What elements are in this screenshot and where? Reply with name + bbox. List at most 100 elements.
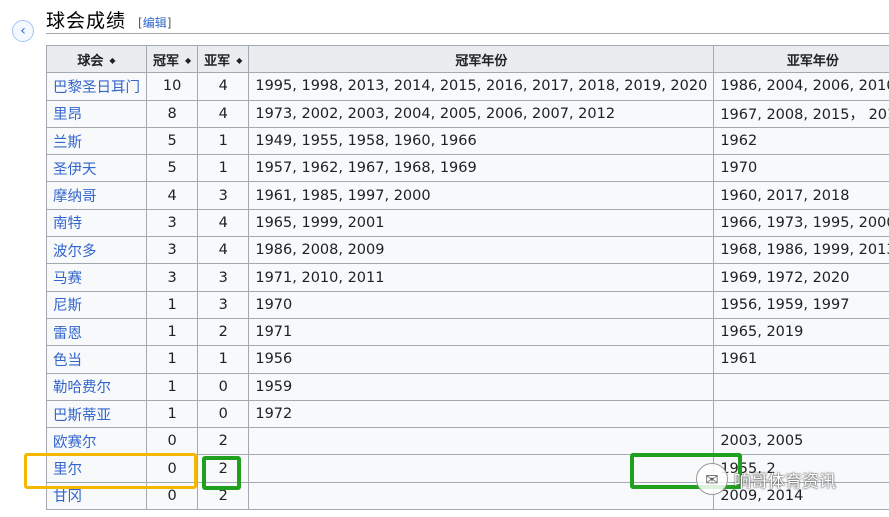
club-link[interactable]: 勒哈费尔 [53,380,111,396]
sort-icon[interactable]: ◆ [109,56,115,65]
cell-runners: 3 [197,181,250,210]
table-row: 雷恩 1 2 1971 1965, 2019 [46,317,889,347]
section-heading: 球会成绩 [编辑] [46,3,889,34]
club-link[interactable]: 巴斯蒂亚 [53,408,111,424]
club-link[interactable]: 兰斯 [53,135,82,151]
club-link[interactable]: 雷恩 [53,326,82,342]
header-win-years: 冠军年份 [248,44,715,74]
cell-club: 马赛 [46,263,147,292]
cell-win-years: 1986, 2008, 2009 [248,236,715,265]
cell-club: 甘冈 [46,481,147,511]
club-link[interactable]: 欧赛尔 [53,435,97,451]
club-link[interactable]: 圣伊天 [53,162,97,178]
cell-runners: 4 [197,72,250,101]
table-row: 摩纳哥 4 3 1961, 1985, 1997, 2000 1960, 2017, 2… [46,181,889,210]
cell-runner-years [713,372,889,401]
cell-runners: 3 [197,263,250,292]
edit-link[interactable]: 编辑 [143,16,167,30]
club-link[interactable]: 尼斯 [53,298,82,314]
table-row: 勒哈费尔 1 0 1959 [46,372,889,401]
club-link[interactable]: 色当 [53,353,82,369]
cell-runners: 2 [197,481,250,511]
table-row: 南特 3 4 1965, 1999, 2001 1966, 1973, 1995, 20… [46,208,889,238]
watermark-text: 响哥体育资讯 [734,471,836,492]
cell-win-years: 1970 [248,290,715,319]
club-link[interactable]: 南特 [53,216,82,232]
cell-wins: 5 [145,154,199,183]
cell-win-years: 1972 [248,399,715,429]
cell-wins: 1 [145,317,199,347]
cell-runners: 2 [197,427,250,456]
cell-club: 里尔 [46,454,147,483]
wechat-icon: ✉ [696,463,728,495]
cell-wins: 4 [145,181,199,210]
cell-club: 圣伊天 [46,154,147,183]
cell-runner-years: 1956, 1959, 1997 [713,290,889,319]
cell-club: 巴斯蒂亚 [46,399,147,429]
cell-club: 勒哈费尔 [46,372,147,401]
cell-runner-years: 1969, 1972, 2020 [713,263,889,292]
cell-club: 尼斯 [46,290,147,319]
sort-icon[interactable]: ◆ [236,56,242,65]
club-link[interactable]: 马赛 [53,271,82,287]
cell-win-years: 1965, 1999, 2001 [248,208,715,238]
club-link[interactable]: 甘冈 [53,489,82,505]
cell-win-years: 1959 [248,372,715,401]
header-wins[interactable]: 冠军 ◆ [145,44,199,74]
header-runner-years: 亚军年份 [713,44,889,74]
cell-club: 里昂 [46,99,147,128]
cell-win-years: 1971, 2010, 2011 [248,263,715,292]
club-link[interactable]: 里昂 [53,107,82,123]
cell-wins: 10 [145,72,199,101]
cell-wins: 8 [145,99,199,128]
cell-runner-years: 1970 [713,154,889,183]
cell-wins: 1 [145,372,199,401]
cell-win-years: 1956 [248,345,715,374]
header-runners[interactable]: 亚军 ◆ [197,44,250,74]
cell-runner-years: 1968, 1986, 1999, 2013 [713,236,889,265]
left-rail: ‹ [0,0,38,517]
cell-club: 巴黎圣日耳门 [46,72,147,101]
table-row: 圣伊天 5 1 1957, 1962, 1967, 1968, 1969 1970 [46,154,889,183]
cell-runners: 4 [197,208,250,238]
cell-win-years: 1973, 2002, 2003, 2004, 2005, 2006, 2007… [248,99,715,128]
club-link[interactable]: 摩纳哥 [53,189,97,205]
cell-wins: 1 [145,345,199,374]
club-link[interactable]: 巴黎圣日耳门 [53,80,140,96]
cell-runner-years: 1961 [713,345,889,374]
cell-win-years: 1961, 1985, 1997, 2000 [248,181,715,210]
table-body: 巴黎圣日耳门 10 4 1995, 1998, 2013, 2014, 2015, 2… [46,72,889,511]
collapse-sidebar-button[interactable]: ‹ [12,20,34,42]
cell-runners: 1 [197,345,250,374]
cell-runners: 2 [197,317,250,347]
table-row: 欧赛尔 0 2 2003, 2005 [46,427,889,456]
cell-win-years [248,481,715,511]
section-title: 球会成绩 [46,10,127,32]
cell-runner-years: 1962 [713,126,889,156]
cell-runners: 3 [197,290,250,319]
watermark: ✉ 响哥体育资讯 [696,462,836,496]
sort-icon[interactable]: ◆ [185,56,191,65]
cell-club: 欧赛尔 [46,427,147,456]
club-link[interactable]: 波尔多 [53,244,97,260]
club-results-table: 球会 ◆ 冠军 ◆ 亚军 ◆ 冠军年份 亚军年份 巴黎圣日耳门 10 4 1995, 199… [46,44,889,511]
cell-wins: 0 [145,481,199,511]
cell-win-years [248,427,715,456]
table-row: 色当 1 1 1956 1961 [46,345,889,374]
cell-wins: 3 [145,208,199,238]
table-row: 尼斯 1 3 1970 1956, 1959, 1997 [46,290,889,319]
table-row: 里昂 8 4 1973, 2002, 2003, 2004, 2005, 2006, … [46,99,889,128]
cell-win-years: 1971 [248,317,715,347]
cell-club: 兰斯 [46,126,147,156]
club-link[interactable]: 里尔 [53,462,82,478]
table-row: 波尔多 3 4 1986, 2008, 2009 1968, 1986, 1999, 2… [46,236,889,265]
cell-runners: 4 [197,99,250,128]
cell-wins: 0 [145,454,199,483]
cell-runner-years: 1966, 1973, 1995, 2000 [713,208,889,238]
table-row: 巴斯蒂亚 1 0 1972 [46,399,889,429]
header-club[interactable]: 球会 ◆ [46,44,147,74]
chevron-left-icon: ‹ [20,23,26,39]
cell-club: 雷恩 [46,317,147,347]
header-wins-label: 冠军 [153,53,180,69]
edit-section: [编辑] [138,14,171,31]
